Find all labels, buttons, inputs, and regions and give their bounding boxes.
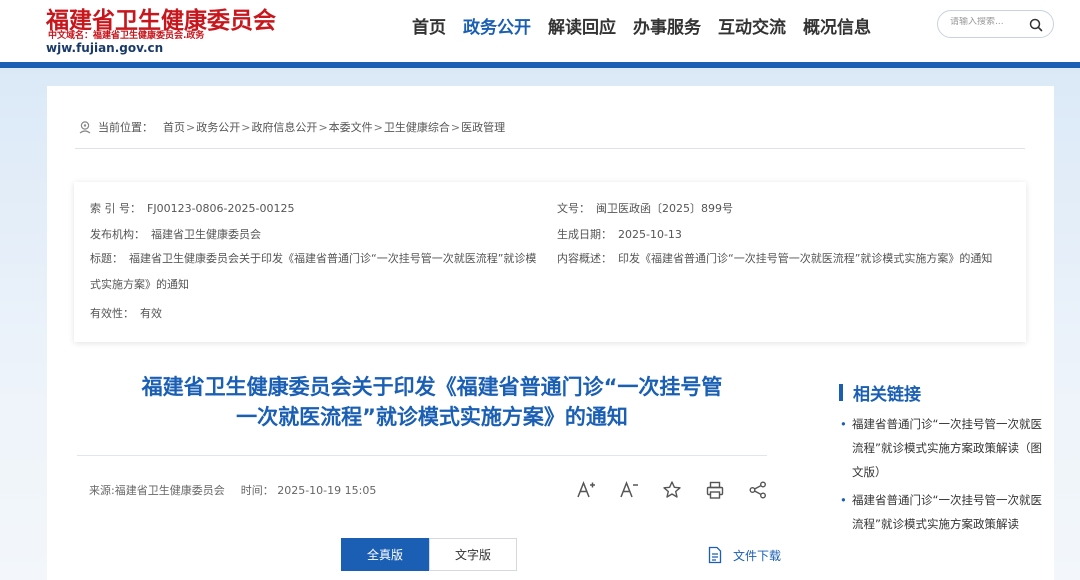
related-link-item[interactable]: • 福建省普通门诊“一次挂号管一次就医流程”就诊模式实施方案政策解读 xyxy=(840,488,1042,536)
breadcrumb: 当前位置： 首页 > 政务公开 > 政府信息公开 > 本委文件 > 卫生健康综合… xyxy=(78,119,505,135)
share-icon[interactable] xyxy=(747,479,769,501)
file-download-link[interactable]: 文件下载 xyxy=(707,546,781,564)
breadcrumb-health-general[interactable]: 卫生健康综合 xyxy=(384,119,450,135)
meta-date: 生成日期： 2025-10-13 xyxy=(557,226,682,242)
print-icon[interactable] xyxy=(704,479,726,501)
document-metadata: 索 引 号： FJ00123-0806-2025-00125 文号： 闽卫医政函〔2… xyxy=(74,182,1026,342)
meta-index: 索 引 号： FJ00123-0806-2025-00125 xyxy=(90,200,294,216)
meta-index-value: FJ00123-0806-2025-00125 xyxy=(147,202,295,215)
meta-title-value: 福建省卫生健康委员会关于印发《福建省普通门诊“一次挂号管一次就医流程”就诊模式实… xyxy=(90,252,537,291)
search-box xyxy=(937,10,1054,38)
meta-publisher-label: 发布机构： xyxy=(90,228,145,241)
article-toolbar xyxy=(575,479,790,501)
meta-validity: 有效性： 有效 xyxy=(90,305,162,321)
version-tabs: 全真版 文字版 xyxy=(341,538,517,571)
meta-doc-no-label: 文号： xyxy=(557,202,590,215)
breadcrumb-home[interactable]: 首页 xyxy=(163,119,185,135)
related-link-item[interactable]: • 福建省普通门诊“一次挂号管一次就医流程”就诊模式实施方案政策解读（图文版） xyxy=(840,412,1042,484)
site-domain: wjw.fujian.gov.cn xyxy=(46,41,164,55)
breadcrumb-separator: > xyxy=(186,120,196,134)
related-links-title: 相关链接 xyxy=(853,385,921,405)
meta-summary: 内容概述： 印发《福建省普通门诊“一次挂号管一次就医流程”就诊模式实施方案》的通知 xyxy=(557,246,1013,272)
article-info: 来源:福建省卫生健康委员会 时间： 2025-10-19 15:05 xyxy=(89,482,376,498)
breadcrumb-separator: > xyxy=(318,120,328,134)
font-increase-button[interactable] xyxy=(575,479,597,501)
document-icon xyxy=(708,546,722,564)
related-link-text: 福建省普通门诊“一次挂号管一次就医流程”就诊模式实施方案政策解读（图文版） xyxy=(852,417,1042,479)
breadcrumb-separator: > xyxy=(373,120,383,134)
meta-summary-value: 印发《福建省普通门诊“一次挂号管一次就医流程”就诊模式实施方案》的通知 xyxy=(618,252,993,265)
breadcrumb-divider xyxy=(75,148,1025,149)
breadcrumb-commission-docs[interactable]: 本委文件 xyxy=(329,119,373,135)
favorite-star-icon[interactable] xyxy=(661,479,683,501)
meta-summary-label: 内容概述： xyxy=(557,252,612,265)
breadcrumb-info-disclosure[interactable]: 政府信息公开 xyxy=(251,119,317,135)
article-time: 时间： 2025-10-19 15:05 xyxy=(240,484,377,497)
related-link-text: 福建省普通门诊“一次挂号管一次就医流程”就诊模式实施方案政策解读 xyxy=(852,493,1042,531)
location-icon xyxy=(78,120,92,134)
meta-index-label: 索 引 号： xyxy=(90,202,141,215)
bullet-icon: • xyxy=(840,493,847,507)
breadcrumb-label: 当前位置： xyxy=(98,121,153,134)
meta-validity-label: 有效性： xyxy=(90,307,134,320)
article-title: 福建省卫生健康委员会关于印发《福建省普通门诊“一次挂号管 一次就医流程”就诊模式… xyxy=(77,372,787,432)
meta-title: 标题： 福建省卫生健康委员会关于印发《福建省普通门诊“一次挂号管一次就医流程”就诊… xyxy=(90,246,546,298)
search-icon[interactable] xyxy=(1028,17,1044,33)
article-title-line2: 一次就医流程”就诊模式实施方案》的通知 xyxy=(236,405,628,429)
site-header: 福建省卫生健康委员会 中文域名：福建省卫生健康委员会.政务 wjw.fujian… xyxy=(0,0,1080,66)
section-marker xyxy=(839,384,843,401)
nav-item-government-affairs[interactable]: 政务公开 xyxy=(463,13,531,38)
content-panel: 当前位置： 首页 > 政务公开 > 政府信息公开 > 本委文件 > 卫生健康综合… xyxy=(47,86,1054,580)
nav-item-overview[interactable]: 概况信息 xyxy=(803,13,871,38)
breadcrumb-separator: > xyxy=(241,120,251,134)
search-input[interactable] xyxy=(950,17,1030,27)
meta-date-value: 2025-10-13 xyxy=(618,228,682,241)
meta-publisher-value: 福建省卫生健康委员会 xyxy=(151,228,261,241)
tab-full-version[interactable]: 全真版 xyxy=(341,538,429,571)
meta-title-label: 标题： xyxy=(90,252,123,265)
file-download-label: 文件下载 xyxy=(733,548,782,563)
nav-item-home[interactable]: 首页 xyxy=(412,13,446,38)
article-title-line1: 福建省卫生健康委员会关于印发《福建省普通门诊“一次挂号管 xyxy=(141,375,723,399)
nav-item-services[interactable]: 办事服务 xyxy=(633,13,701,38)
meta-publisher: 发布机构： 福建省卫生健康委员会 xyxy=(90,226,261,242)
breadcrumb-medical-admin[interactable]: 医政管理 xyxy=(461,119,505,135)
related-links-header: 相关链接 xyxy=(839,380,921,405)
meta-doc-no: 文号： 闽卫医政函〔2025〕899号 xyxy=(557,200,733,216)
meta-date-label: 生成日期： xyxy=(557,228,612,241)
article-source: 来源:福建省卫生健康委员会 xyxy=(89,484,225,497)
article-divider xyxy=(77,455,767,456)
main-nav: 首页 政务公开 解读回应 办事服务 互动交流 概况信息 xyxy=(412,13,888,38)
bullet-icon: • xyxy=(840,417,847,431)
nav-item-interaction[interactable]: 互动交流 xyxy=(718,13,786,38)
breadcrumb-government-affairs[interactable]: 政务公开 xyxy=(196,119,240,135)
nav-item-interpretation[interactable]: 解读回应 xyxy=(548,13,616,38)
meta-doc-no-value: 闽卫医政函〔2025〕899号 xyxy=(596,202,733,215)
tab-text-version[interactable]: 文字版 xyxy=(429,538,517,571)
meta-validity-value: 有效 xyxy=(140,307,162,320)
font-decrease-button[interactable] xyxy=(618,479,640,501)
site-logo-subtitle: 中文域名：福建省卫生健康委员会.政务 xyxy=(48,31,205,41)
breadcrumb-separator: > xyxy=(450,120,461,134)
